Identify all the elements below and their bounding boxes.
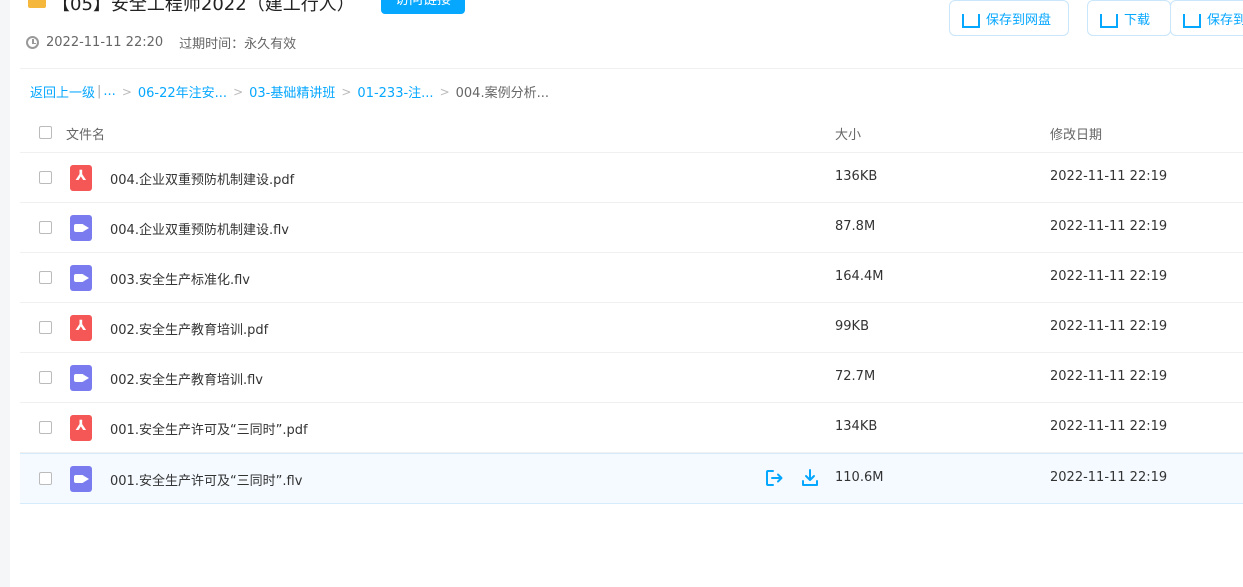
file-date: 2022-11-11 22:19 [1050,369,1168,384]
file-date: 2022-11-11 22:19 [1050,470,1168,485]
file-size: 72.7M [835,369,876,384]
header-name[interactable]: 文件名 [66,124,105,143]
clock-icon [26,35,39,49]
table-row[interactable]: 002.安全生产教育培训.pdf 99KB 2022-11-11 22:19 [20,303,1243,353]
file-name[interactable]: 004.企业双重预防机制建设.flv [110,219,289,238]
row-checkbox[interactable] [39,221,52,234]
breadcrumb-back[interactable]: 返回上一级 [30,82,95,101]
table-row[interactable]: 004.企业双重预防机制建设.flv 87.8M 2022-11-11 22:1… [20,203,1243,253]
file-size: 110.6M [835,470,884,485]
file-date: 2022-11-11 22:19 [1050,219,1168,234]
share-meta: 2022-11-11 22:20 过期时间：永久有效 [26,33,297,52]
chevron-right-icon: > [121,84,132,99]
chevron-right-icon: > [439,84,450,99]
save-to-drive-button[interactable]: 保存到网盘 [949,0,1069,36]
breadcrumb-more[interactable]: ... [103,84,115,99]
visit-link-button[interactable]: 访问链接 [381,0,465,14]
breadcrumb: 返回上一级 | ... > 06-22年注安... > 03-基础精讲班 > 0… [30,82,549,101]
breadcrumb-current: 004.案例分析... [455,86,549,101]
breadcrumb-item[interactable]: 01-233-注... [357,82,433,101]
pdf-file-icon [70,415,92,441]
video-file-icon [70,365,92,391]
row-checkbox[interactable] [39,472,52,485]
file-name[interactable]: 004.企业双重预防机制建设.pdf [110,169,294,188]
select-all-checkbox[interactable] [39,126,52,139]
breadcrumb-separator: | [97,84,102,99]
row-checkbox[interactable] [39,171,52,184]
file-name[interactable]: 001.安全生产许可及“三同时”.flv [110,470,302,489]
file-size: 164.4M [835,269,884,284]
pdf-file-icon [70,165,92,191]
file-name[interactable]: 001.安全生产许可及“三同时”.pdf [110,419,308,438]
download-icon [1100,13,1118,28]
chevron-right-icon: > [341,84,352,99]
breadcrumb-item[interactable]: 06-22年注安... [138,82,227,101]
video-file-icon [70,265,92,291]
grid-icon [1183,13,1201,28]
table-header: 文件名 大小 修改日期 [20,112,1243,153]
chevron-right-icon: > [233,84,244,99]
share-panel: 【05】安全工程师2022（建工行人） 访问链接 保存到网盘 下载 保存到 20… [10,0,1243,587]
save-to-drive-icon[interactable] [764,468,784,488]
table-row[interactable]: 001.安全生产许可及“三同时”.flv 110.6M 2022-11-11 2… [20,453,1243,504]
video-file-icon [70,466,92,492]
breadcrumb-item[interactable]: 03-基础精讲班 [249,82,335,101]
file-table: 文件名 大小 修改日期 004.企业双重预防机制建设.pdf 136KB 202… [20,112,1243,504]
share-time: 2022-11-11 22:20 [46,34,164,50]
divider [20,68,1243,69]
video-file-icon [70,215,92,241]
row-checkbox[interactable] [39,271,52,284]
row-checkbox[interactable] [39,421,52,434]
pdf-file-icon [70,315,92,341]
table-row[interactable]: 004.企业双重预防机制建设.pdf 136KB 2022-11-11 22:1… [20,153,1243,203]
page-title: 【05】安全工程师2022（建工行人） [52,0,355,15]
file-date: 2022-11-11 22:19 [1050,169,1168,184]
row-checkbox[interactable] [39,321,52,334]
header-date[interactable]: 修改日期 [1050,124,1102,143]
file-size: 99KB [835,319,869,334]
file-date: 2022-11-11 22:19 [1050,269,1168,284]
table-row[interactable]: 001.安全生产许可及“三同时”.pdf 134KB 2022-11-11 22… [20,403,1243,453]
file-size: 136KB [835,169,878,184]
file-size: 87.8M [835,219,876,234]
file-name[interactable]: 003.安全生产标准化.flv [110,269,250,288]
header-size[interactable]: 大小 [835,124,861,143]
table-row[interactable]: 003.安全生产标准化.flv 164.4M 2022-11-11 22:19 [20,253,1243,303]
file-date: 2022-11-11 22:19 [1050,419,1168,434]
download-button[interactable]: 下载 [1087,0,1171,36]
file-date: 2022-11-11 22:19 [1050,319,1168,334]
download-icon[interactable] [800,468,820,488]
table-row[interactable]: 002.安全生产教育培训.flv 72.7M 2022-11-11 22:19 [20,353,1243,403]
row-checkbox[interactable] [39,371,52,384]
file-name[interactable]: 002.安全生产教育培训.flv [110,369,263,388]
folder-icon [28,0,46,8]
expire-text: 过期时间：永久有效 [179,36,297,52]
save-to-button[interactable]: 保存到 [1170,0,1243,36]
save-icon [962,13,980,28]
file-name[interactable]: 002.安全生产教育培训.pdf [110,319,268,338]
file-size: 134KB [835,419,878,434]
